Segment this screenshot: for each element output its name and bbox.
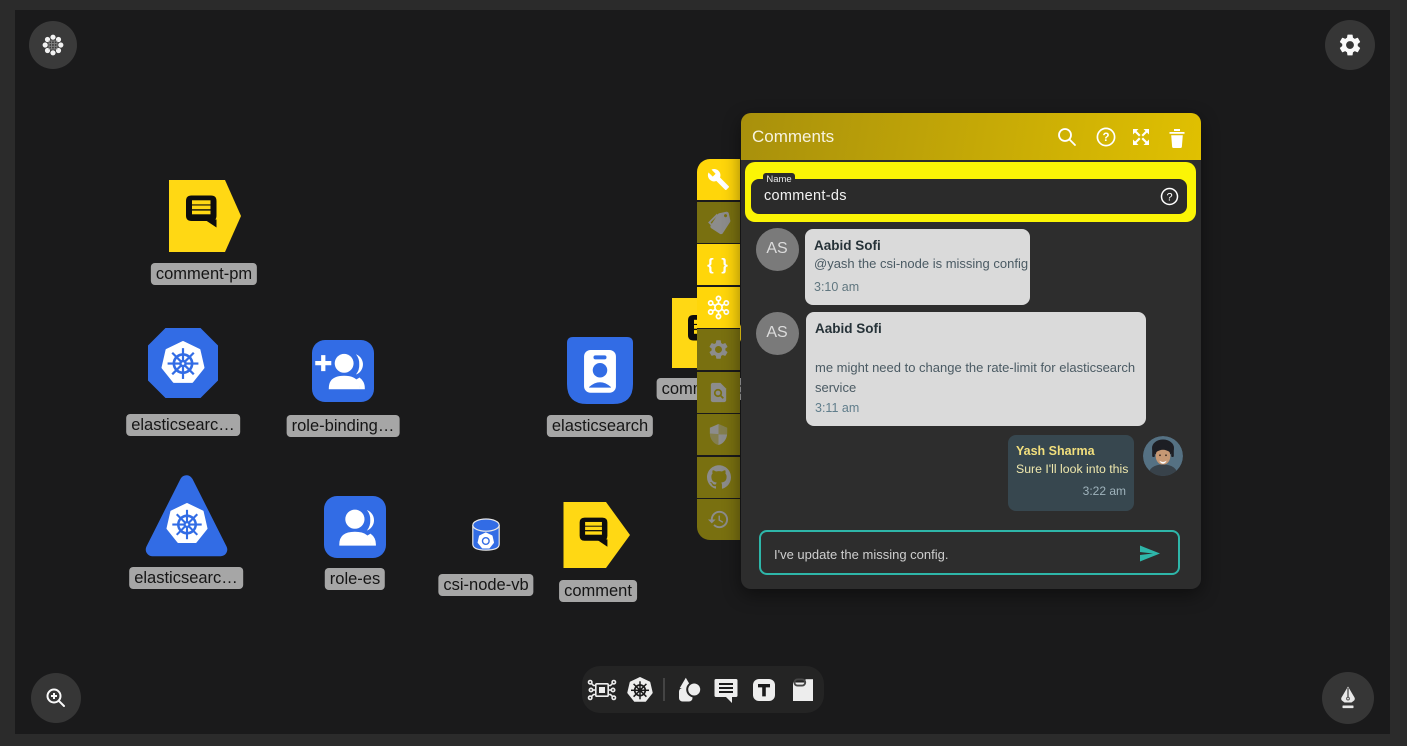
svg-text:?: ? <box>1102 132 1109 144</box>
svg-text:?: ? <box>1166 192 1172 204</box>
